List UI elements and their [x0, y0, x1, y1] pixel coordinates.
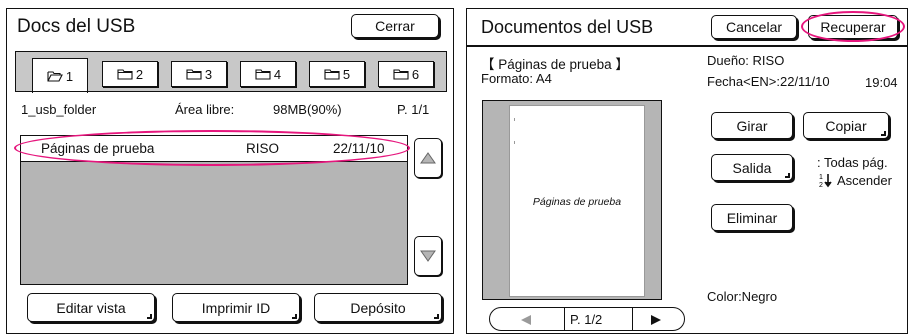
page-navigator: P. 1/2: [489, 307, 685, 331]
color-mode: Color:Negro: [707, 289, 778, 304]
arrow-down-icon: [420, 250, 436, 262]
prev-page-button[interactable]: [520, 313, 532, 331]
print-id-button[interactable]: Imprimir ID: [172, 293, 300, 322]
next-page-button[interactable]: [650, 313, 662, 331]
copy-label: Copiar: [825, 117, 867, 134]
header-divider: [467, 45, 907, 47]
usb-document-detail-panel: Documentos del USB Cancelar Recuperar 【 …: [466, 8, 908, 334]
page-indicator: P. 1/1: [397, 102, 430, 117]
cancel-button[interactable]: Cancelar: [711, 15, 797, 39]
arrow-up-icon: [420, 152, 436, 164]
sheet-mark: [514, 141, 515, 144]
deposit-label: Depósito: [350, 299, 406, 316]
tab-label: 2: [135, 66, 144, 82]
document-owner: Dueño: RISO: [707, 53, 785, 68]
edit-view-button[interactable]: Editar vista: [27, 293, 155, 322]
svg-text:1: 1: [819, 174, 823, 181]
button-corner-icon: [292, 314, 297, 319]
tab-folder-6[interactable]: 6: [378, 61, 434, 87]
recover-button[interactable]: Recuperar: [808, 15, 898, 39]
doc-owner: RISO: [246, 141, 280, 156]
preview-text: Páginas de prueba: [532, 196, 622, 208]
edit-view-label: Editar vista: [56, 299, 126, 316]
usb-docs-panel: Docs del USB Cerrar 1 2 3 4 5 6 1_usb_fo…: [6, 8, 454, 334]
close-button[interactable]: Cerrar: [351, 14, 439, 38]
print-id-label: Imprimir ID: [201, 299, 271, 316]
svg-text:2: 2: [819, 182, 823, 188]
rotate-label: Girar: [736, 117, 768, 134]
arrow-left-icon: [521, 315, 531, 325]
document-time: 19:04: [865, 75, 898, 90]
nav-divider: [564, 308, 565, 330]
arrow-right-icon: [651, 315, 661, 325]
document-date: Fecha<EN>:22/11/10: [707, 74, 830, 89]
cancel-button-label: Cancelar: [725, 19, 783, 35]
doc-name: Páginas de prueba: [41, 141, 155, 156]
close-button-label: Cerrar: [375, 18, 415, 34]
folder-icon: [324, 69, 340, 80]
tab-label: 1: [65, 68, 74, 84]
button-corner-icon: [147, 314, 152, 319]
sort-ascending-icon: 1 2: [819, 172, 833, 189]
rotate-button[interactable]: Girar: [711, 112, 793, 139]
free-area-value: 98MB(90%): [273, 102, 342, 117]
button-corner-icon: [434, 314, 439, 319]
list-item[interactable]: Páginas de prueba RISO 22/11/10: [21, 136, 407, 162]
tab-folder-4[interactable]: 4: [240, 61, 296, 87]
delete-label: Eliminar: [726, 209, 778, 226]
folder-name: 1_usb_folder: [21, 102, 97, 117]
output-order: Ascender: [837, 173, 892, 188]
folder-icon: [393, 69, 409, 80]
recover-button-label: Recuperar: [820, 19, 886, 35]
page-preview: Páginas de prueba: [509, 105, 645, 297]
folder-icon: [117, 69, 133, 80]
output-pages: : Todas pág.: [817, 155, 888, 170]
output-label: Salida: [732, 159, 772, 176]
tab-folder-1[interactable]: 1: [32, 58, 88, 93]
tab-label: 4: [273, 66, 282, 82]
tab-label: 5: [342, 66, 351, 82]
folder-icon: [255, 69, 271, 80]
scroll-down-button[interactable]: [414, 236, 442, 276]
document-list: Páginas de prueba RISO 22/11/10: [20, 135, 408, 285]
panel-title: Docs del USB: [17, 16, 136, 37]
nav-divider: [632, 308, 633, 330]
page-indicator: P. 1/2: [570, 312, 603, 327]
delete-button[interactable]: Eliminar: [711, 204, 793, 231]
free-area-label: Área libre:: [175, 102, 235, 117]
document-format: Formato: A4: [481, 71, 552, 86]
tab-folder-3[interactable]: 3: [171, 61, 227, 87]
tab-folder-5[interactable]: 5: [309, 61, 365, 87]
open-folder-icon: [47, 71, 63, 82]
doc-date: 22/11/10: [333, 141, 385, 156]
tab-label: 6: [411, 66, 420, 82]
tabbar-divider: [15, 91, 447, 92]
folder-tabbar: 1 2 3 4 5 6: [15, 51, 447, 93]
output-button[interactable]: Salida: [711, 154, 793, 181]
panel-title: Documentos del USB: [481, 17, 654, 37]
button-corner-icon: [785, 173, 790, 178]
tab-label: 3: [204, 66, 213, 82]
copy-button[interactable]: Copiar: [803, 112, 889, 139]
tab-folder-2[interactable]: 2: [102, 61, 158, 87]
folder-icon: [186, 69, 202, 80]
sheet-mark: [514, 118, 515, 121]
button-corner-icon: [881, 131, 886, 136]
deposit-button[interactable]: Depósito: [314, 293, 442, 322]
document-name: 【 Páginas de prueba 】: [481, 57, 629, 72]
scroll-up-button[interactable]: [414, 138, 442, 178]
